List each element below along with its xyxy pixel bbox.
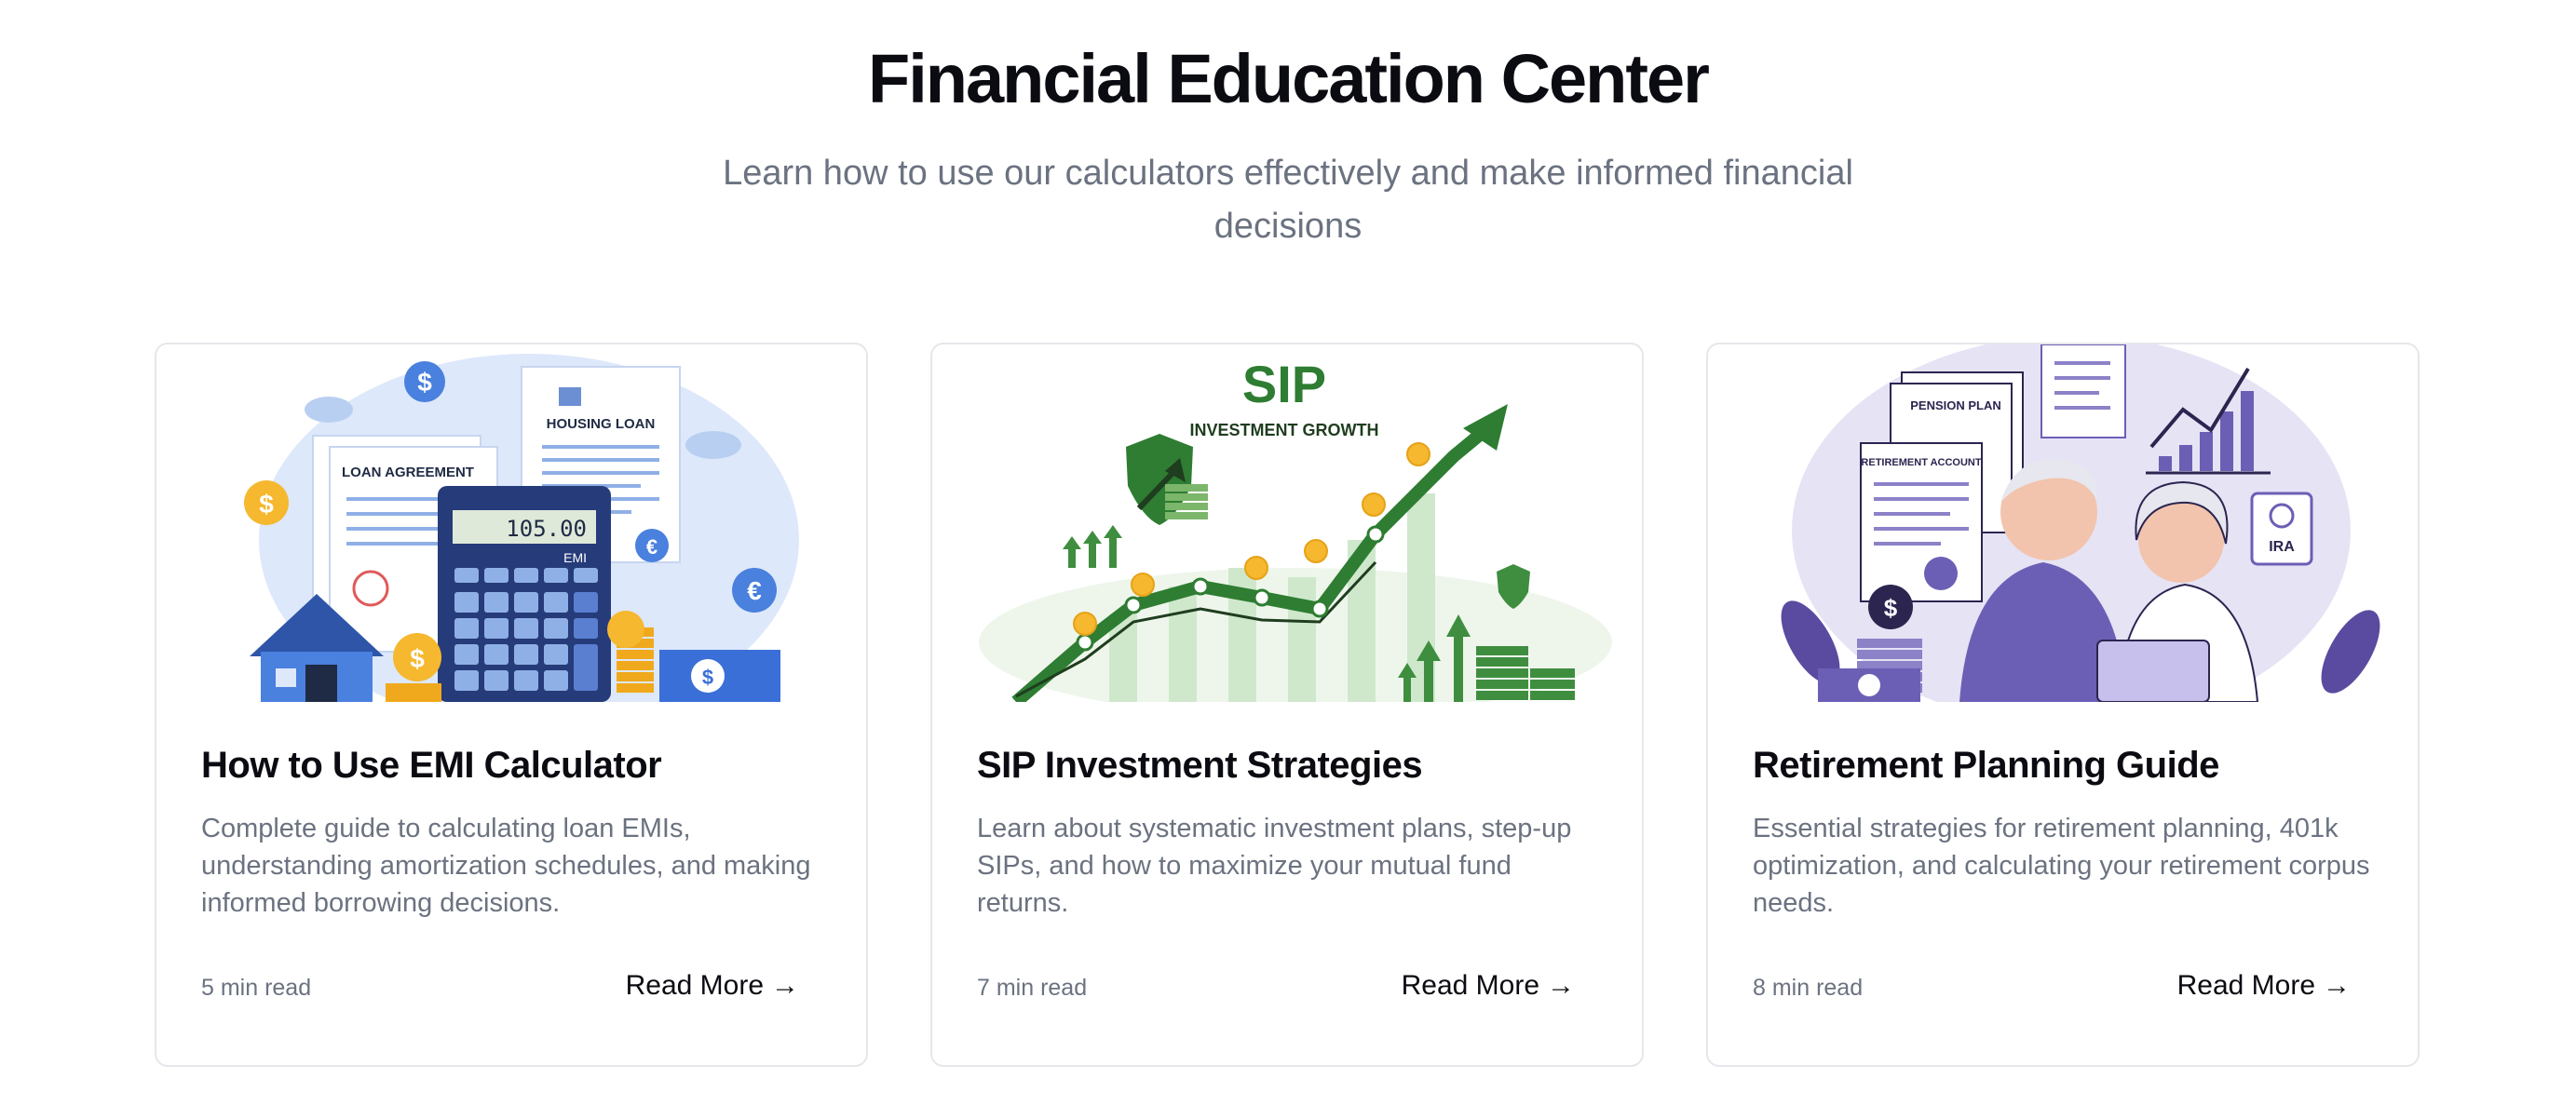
svg-text:$: $: [702, 666, 713, 689]
read-more-button[interactable]: Read More →: [626, 970, 799, 1002]
shield-icon: [1126, 434, 1193, 525]
sip-illustration: SIP INVESTMENT GROWTH: [932, 344, 1642, 702]
svg-text:$: $: [259, 490, 274, 519]
read-time: 7 min read: [977, 975, 1088, 1001]
svg-text:IRA: IRA: [2269, 539, 2295, 555]
article-card-retirement[interactable]: PENSION PLAN RETIREMENT ACCOUNT $ IRA Re…: [1706, 343, 2420, 1067]
svg-text:EMI: EMI: [563, 550, 587, 565]
card-description: Complete guide to calculating loan EMIs,…: [201, 814, 811, 918]
svg-text:INVESTMENT GROWTH: INVESTMENT GROWTH: [1190, 421, 1379, 439]
card-description: Learn about systematic investment plans,…: [977, 814, 1572, 918]
arrow-right-icon: →: [1547, 970, 1575, 1001]
read-time: 5 min read: [201, 975, 312, 1001]
card-title: Retirement Planning Guide: [1753, 745, 2219, 786]
svg-text:SIP: SIP: [1242, 355, 1326, 413]
svg-text:€: €: [646, 535, 658, 559]
svg-text:$: $: [417, 368, 432, 397]
article-card-emi[interactable]: $ HOUSING LOAN LOAN AGREEMENT $ 105.00 E…: [155, 343, 868, 1067]
card-title: How to Use EMI Calculator: [201, 745, 662, 786]
svg-text:$: $: [410, 644, 425, 673]
ira-document-icon: IRA: [2250, 492, 2313, 566]
calculator-icon: 105.00 EMI: [438, 486, 611, 702]
emi-illustration: $ HOUSING LOAN LOAN AGREEMENT $ 105.00 E…: [156, 344, 866, 702]
read-more-label: Read More: [625, 970, 764, 1001]
read-time: 8 min read: [1753, 975, 1864, 1001]
arrow-right-icon: →: [771, 970, 799, 1001]
article-card-sip[interactable]: SIP INVESTMENT GROWTH SIP Investment Str…: [930, 343, 1644, 1067]
read-more-label: Read More: [1401, 970, 1539, 1001]
read-more-button[interactable]: Read More →: [2177, 970, 2351, 1002]
svg-text:HOUSING LOAN: HOUSING LOAN: [547, 416, 656, 432]
svg-text:$: $: [1884, 594, 1898, 622]
svg-text:RETIREMENT ACCOUNT: RETIREMENT ACCOUNT: [1861, 457, 1981, 468]
svg-text:LOAN AGREEMENT: LOAN AGREEMENT: [342, 465, 474, 480]
svg-text:€: €: [747, 576, 762, 605]
read-more-button[interactable]: Read More →: [1402, 970, 1575, 1002]
read-more-label: Read More: [2176, 970, 2315, 1001]
svg-text:PENSION PLAN: PENSION PLAN: [1910, 398, 2001, 412]
retirement-illustration: PENSION PLAN RETIREMENT ACCOUNT $ IRA: [1708, 344, 2418, 702]
page-subtitle: Learn how to use our calculators effecti…: [723, 154, 1853, 246]
svg-text:105.00: 105.00: [506, 516, 587, 542]
card-description: Essential strategies for retirement plan…: [1753, 814, 2370, 918]
dollar-coin-icon: $: [404, 361, 445, 402]
arrow-right-icon: →: [2323, 970, 2351, 1001]
page-title: Financial Education Center: [868, 40, 1710, 117]
card-title: SIP Investment Strategies: [977, 745, 1423, 786]
